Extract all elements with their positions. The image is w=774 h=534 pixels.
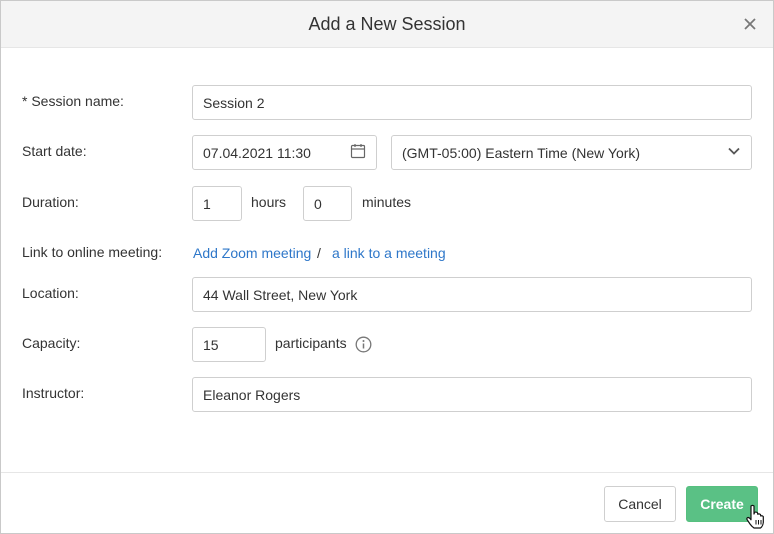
timezone-value: (GMT-05:00) Eastern Time (New York) [402, 144, 641, 161]
session-name-input[interactable]: Session 2 [192, 85, 752, 120]
meeting-link[interactable]: a link to a meeting [332, 245, 446, 261]
duration-minutes-value: 0 [314, 195, 322, 212]
calendar-icon[interactable] [350, 143, 366, 162]
chevron-down-icon [727, 144, 741, 161]
info-icon[interactable] [355, 336, 372, 356]
instructor-input[interactable]: Eleanor Rogers [192, 377, 752, 412]
dialog-footer: Cancel Create [1, 472, 773, 533]
session-name-value: Session 2 [203, 94, 265, 111]
capacity-label: Capacity: [22, 335, 81, 351]
close-icon[interactable] [741, 15, 759, 33]
hand-pointer-icon [745, 504, 765, 533]
online-meeting-label: Link to online meeting: [22, 244, 163, 260]
capacity-input[interactable]: 15 [192, 327, 266, 362]
start-date-label: Start date: [22, 143, 87, 159]
dialog-header: Add a New Session [1, 1, 773, 48]
cancel-button[interactable]: Cancel [604, 486, 676, 522]
add-zoom-meeting-link[interactable]: Add Zoom meeting [193, 245, 311, 261]
location-input[interactable]: 44 Wall Street, New York [192, 277, 752, 312]
location-value: 44 Wall Street, New York [203, 286, 358, 303]
duration-minutes-input[interactable]: 0 [303, 186, 352, 221]
duration-label: Duration: [22, 194, 79, 210]
add-session-dialog: Add a New Session * Session name: Sessio… [0, 0, 774, 534]
duration-hours-input[interactable]: 1 [192, 186, 242, 221]
hours-unit-label: hours [251, 194, 287, 210]
duration-hours-value: 1 [203, 195, 211, 212]
start-date-value: 07.04.2021 11:30 [203, 144, 311, 161]
capacity-value: 15 [203, 336, 219, 353]
location-label: Location: [22, 285, 79, 301]
participants-unit-label: participants [275, 335, 347, 351]
instructor-label: Instructor: [22, 385, 85, 401]
instructor-value: Eleanor Rogers [203, 386, 301, 403]
dialog-title: Add a New Session [308, 13, 466, 34]
timezone-select[interactable]: (GMT-05:00) Eastern Time (New York) [391, 135, 752, 170]
minutes-unit-label: minutes [362, 194, 412, 210]
link-separator: / [317, 245, 321, 261]
start-date-input[interactable]: 07.04.2021 11:30 [192, 135, 377, 170]
session-name-label: * Session name: [22, 93, 124, 109]
